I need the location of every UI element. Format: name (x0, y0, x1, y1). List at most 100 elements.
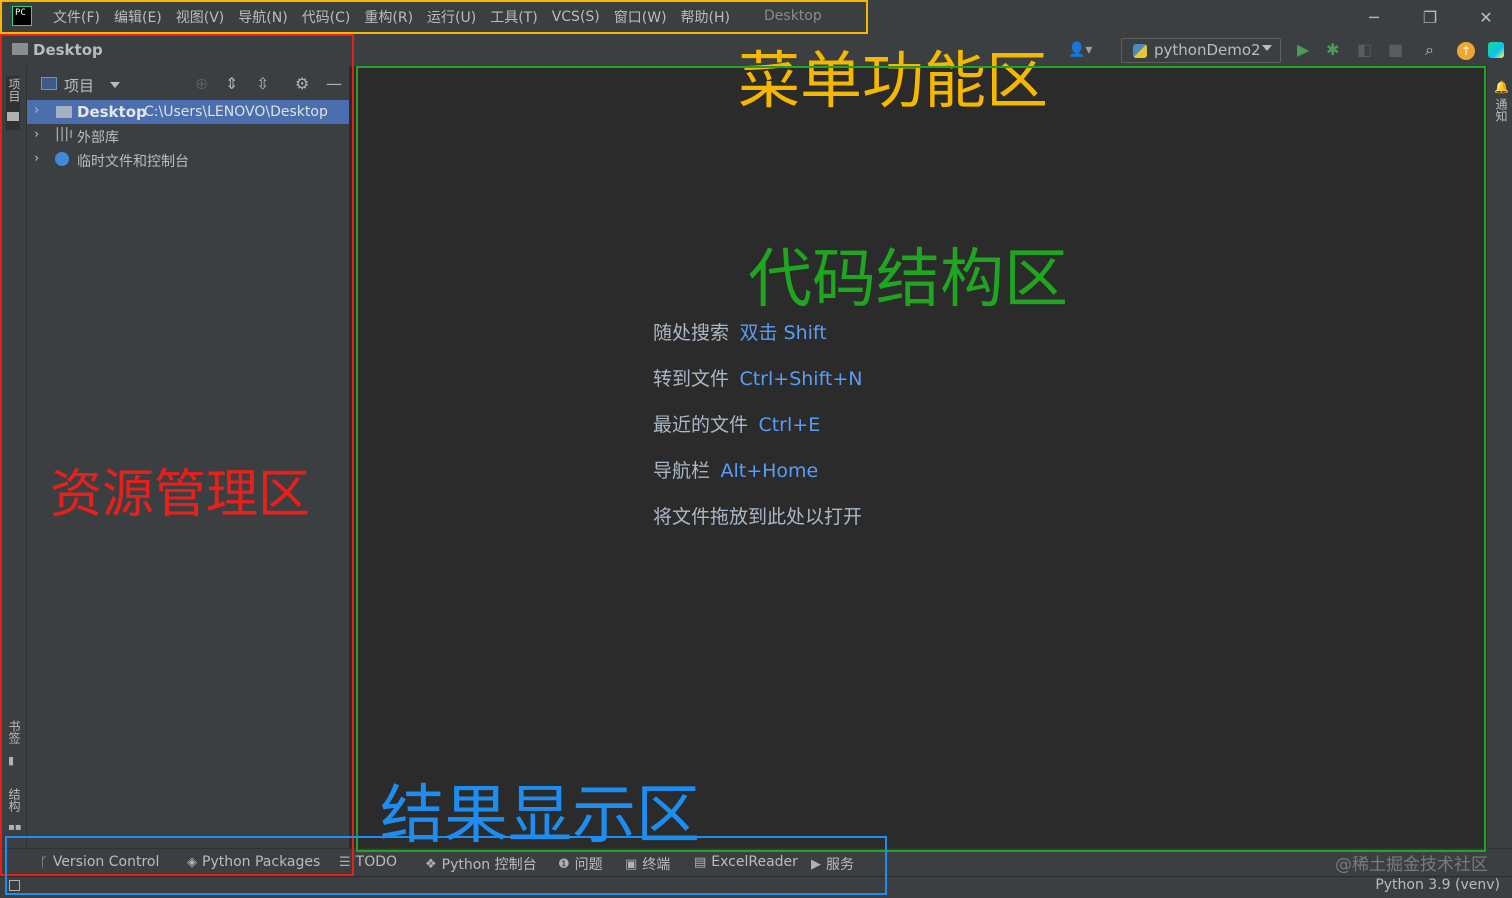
branch-icon: ᚴ (40, 854, 48, 870)
window-title: Desktop (764, 8, 822, 24)
pycharm-logo-icon[interactable]: PC (12, 6, 32, 26)
menu-run[interactable]: 运行(U) (420, 7, 483, 27)
tree-item-name: Desktop (77, 103, 147, 121)
menu-tools[interactable]: 工具(T) (483, 7, 544, 27)
search-icon[interactable]: ⌕ (1425, 40, 1434, 60)
folder-icon (56, 106, 72, 118)
list-icon: ☰ (339, 854, 351, 870)
close-button[interactable]: ✕ (1458, 0, 1512, 34)
project-zone-label: 资源管理区 (50, 465, 311, 525)
tool-windows-toggle-icon[interactable] (9, 880, 20, 891)
bookmark-icon: ▮ (8, 754, 15, 767)
hint-label: 随处搜索 (653, 322, 730, 344)
editor-area[interactable] (356, 66, 1486, 848)
chevron-right-icon[interactable]: › (34, 103, 39, 118)
result-zone-label: 结果显示区 (380, 779, 700, 853)
hint-navigation-bar: 导航栏 Alt+Home (653, 456, 818, 483)
menu-bar: 文件(F) 编辑(E) 视图(V) 导航(N) 代码(C) 重构(R) 运行(U… (46, 0, 737, 34)
structure-icon: ▪▪ (8, 822, 22, 833)
hint-label: 转到文件 (653, 368, 730, 390)
tool-label: Python Packages (202, 854, 321, 870)
debug-icon[interactable]: ✱ (1326, 40, 1339, 59)
tree-row-external-libraries[interactable]: › |||ı 外部库 (27, 124, 349, 148)
hint-label: 导航栏 (653, 460, 711, 482)
hint-goto-file: 转到文件 Ctrl+Shift+N (653, 364, 863, 391)
play-icon: ▶ (811, 856, 821, 872)
hint-recent-files: 最近的文件 Ctrl+E (653, 410, 820, 437)
tree-item-name: 临时文件和控制台 (77, 154, 189, 170)
tab-notifications[interactable]: 通知 (1493, 98, 1510, 122)
tree-item-path: C:\Users\LENOVO\Desktop (144, 104, 328, 120)
python-icon (1133, 44, 1147, 58)
excel-icon: ▤ (694, 854, 707, 870)
tool-label: 问题 (574, 857, 603, 873)
tree-row-desktop[interactable]: › Desktop C:\Users\LENOVO\Desktop (27, 100, 349, 124)
layers-icon: ◈ (187, 854, 197, 870)
hint-label: 最近的文件 (653, 414, 749, 436)
collapse-all-icon[interactable]: ⇳ (256, 74, 269, 93)
hint-search-everywhere: 随处搜索 双击 Shift (653, 318, 827, 345)
tool-excelreader[interactable]: ▤ ExcelReader (694, 854, 798, 870)
hide-icon[interactable]: — (326, 74, 342, 93)
chevron-down-icon[interactable] (110, 82, 120, 88)
tool-terminal[interactable]: ▣ 终端 (625, 854, 670, 874)
tool-label: ExcelReader (711, 854, 798, 870)
hint-shortcut: Alt+Home (720, 460, 819, 482)
user-icon[interactable]: 👤▾ (1068, 42, 1092, 58)
tool-label: Python 控制台 (441, 857, 537, 873)
run-icon[interactable]: ▶ (1297, 40, 1309, 59)
coverage-icon[interactable]: ◧ (1357, 40, 1372, 59)
tool-label: 终端 (642, 857, 671, 873)
locate-icon[interactable]: ⊕ (195, 74, 208, 93)
info-icon: ❶ (558, 856, 570, 872)
chevron-right-icon[interactable]: › (34, 151, 39, 166)
project-view-icon (41, 77, 57, 90)
run-config-label: pythonDemo2 (1154, 41, 1261, 59)
hint-shortcut: Ctrl+E (758, 414, 821, 436)
breadcrumb-project[interactable]: Desktop (33, 41, 103, 59)
tool-label: 服务 (826, 857, 854, 873)
menu-file[interactable]: 文件(F) (46, 7, 107, 27)
bell-icon: 🔔 (1494, 80, 1509, 94)
python-icon: ❖ (425, 856, 437, 872)
hint-label: 将文件拖放到此处以打开 (653, 506, 863, 528)
expand-all-icon[interactable]: ⇕ (225, 74, 238, 93)
tree-item-name: 外部库 (77, 130, 119, 146)
project-view-label[interactable]: 项目 (64, 75, 94, 96)
menu-code[interactable]: 代码(C) (295, 7, 358, 27)
stop-icon[interactable]: ■ (1388, 40, 1403, 59)
tool-python-console[interactable]: ❖ Python 控制台 (425, 854, 537, 874)
tool-problems[interactable]: ❶ 问题 (558, 854, 603, 874)
menu-vcs[interactable]: VCS(S) (545, 9, 607, 25)
menu-refactor[interactable]: 重构(R) (357, 7, 420, 27)
update-icon[interactable]: ↑ (1457, 42, 1475, 60)
menu-help[interactable]: 帮助(H) (674, 7, 737, 27)
tool-todo[interactable]: ☰ TODO (339, 854, 397, 870)
folder-icon (7, 112, 19, 121)
menu-navigate[interactable]: 导航(N) (231, 7, 294, 27)
interpreter-status[interactable]: Python 3.9 (venv) (1375, 877, 1500, 893)
menu-edit[interactable]: 编辑(E) (107, 7, 169, 27)
tab-structure[interactable]: 结构 (6, 788, 23, 812)
tab-project[interactable]: 项目 (6, 78, 23, 102)
minimize-button[interactable]: ─ (1346, 0, 1402, 34)
folder-icon (12, 43, 28, 55)
tool-label: TODO (355, 854, 398, 870)
menu-zone-label: 菜单功能区 (738, 44, 1049, 117)
tool-version-control[interactable]: ᚴ Version Control (40, 854, 159, 870)
tab-bookmarks[interactable]: 书签 (6, 720, 23, 744)
watermark: @稀土掘金技术社区 (1335, 855, 1488, 875)
left-tool-strip: 项目 书签 ▮ 结构 ▪▪ (0, 66, 27, 876)
jetbrains-icon[interactable] (1488, 42, 1504, 58)
menu-window[interactable]: 窗口(W) (607, 7, 674, 27)
restore-button[interactable]: ❐ (1402, 0, 1458, 34)
menu-view[interactable]: 视图(V) (169, 7, 232, 27)
tree-row-scratches[interactable]: › 临时文件和控制台 (27, 148, 349, 172)
chevron-right-icon[interactable]: › (34, 127, 39, 142)
hint-shortcut: 双击 Shift (739, 322, 827, 344)
tool-services[interactable]: ▶ 服务 (811, 854, 854, 874)
tool-label: Version Control (52, 854, 160, 870)
tool-python-packages[interactable]: ◈ Python Packages (187, 854, 320, 870)
gear-icon[interactable]: ⚙ (295, 74, 309, 93)
scratch-clock-icon (55, 152, 69, 166)
